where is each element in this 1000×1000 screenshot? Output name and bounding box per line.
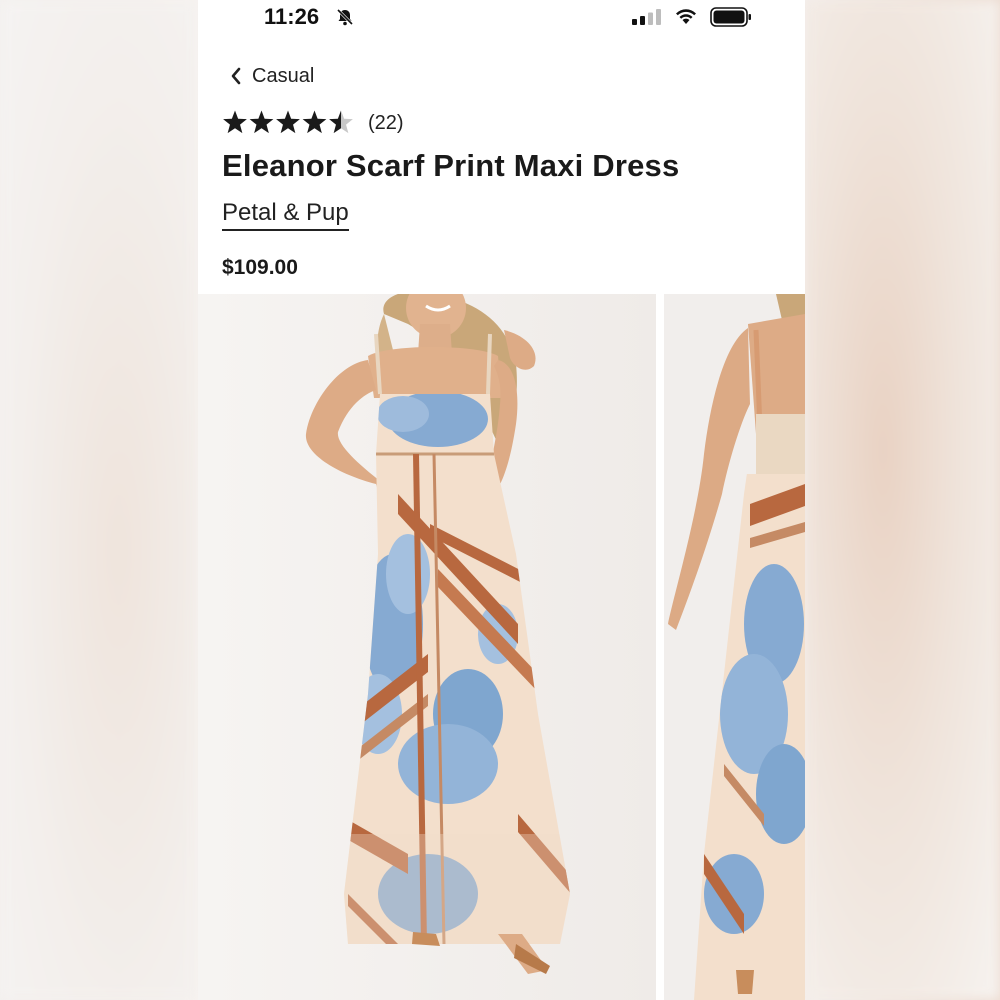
back-button[interactable]: Casual <box>230 62 314 90</box>
phone-screen: 11:26 Casual (22) Eleanor Scarf Print Ma… <box>198 0 805 1000</box>
background-blur-left <box>0 0 198 1000</box>
dress-front-photo[interactable] <box>198 294 656 1000</box>
product-image-gallery[interactable] <box>198 294 805 1000</box>
product-price: $109.00 <box>222 256 298 279</box>
star-icon <box>276 110 300 134</box>
star-icon <box>302 110 327 134</box>
star-icon <box>249 110 274 134</box>
wifi-icon <box>676 9 696 24</box>
back-label: Casual <box>252 64 315 87</box>
cellular-signal-icon <box>632 9 661 25</box>
star-icon <box>329 110 353 134</box>
product-title: Eleanor Scarf Print Maxi Dress <box>222 148 680 183</box>
background-blur-right <box>805 0 1000 1000</box>
chevron-left-icon <box>231 67 241 85</box>
dress-back-photo[interactable] <box>664 294 805 1000</box>
star-rating-icons <box>223 110 353 134</box>
rating-stars[interactable]: (22) <box>222 110 404 136</box>
brand-link[interactable]: Petal & Pup <box>222 199 349 231</box>
star-icon <box>223 110 247 134</box>
battery-icon <box>710 7 751 27</box>
status-time: 11:26 <box>264 4 320 29</box>
bell-slash-icon <box>336 8 354 26</box>
review-count[interactable]: (22) <box>368 112 404 135</box>
